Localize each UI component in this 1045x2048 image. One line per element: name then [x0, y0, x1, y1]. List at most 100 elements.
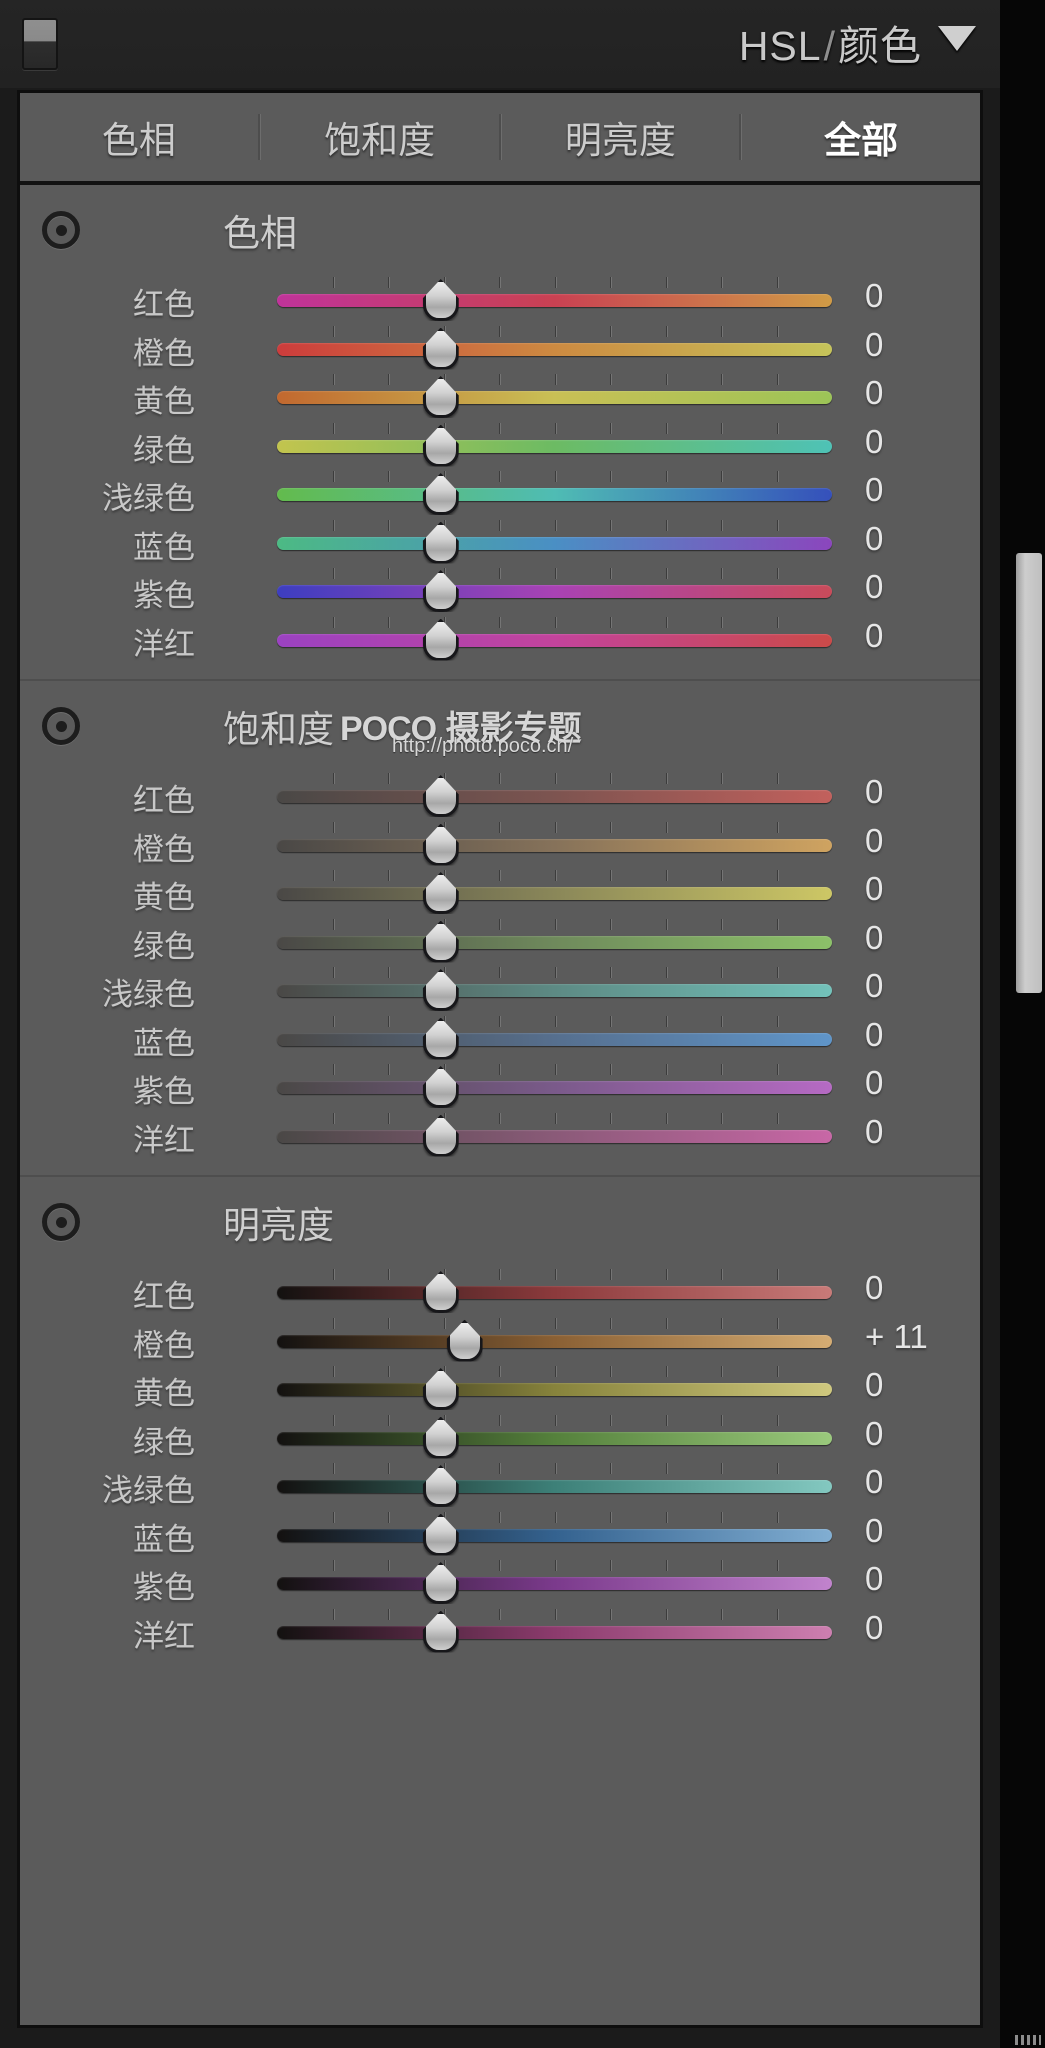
- slider-value[interactable]: 0: [865, 1064, 975, 1102]
- slider-track[interactable]: [277, 1577, 832, 1590]
- slider-luminance-4[interactable]: [277, 1463, 832, 1507]
- slider-value[interactable]: 0: [865, 1366, 975, 1404]
- slider-ticks: [277, 870, 832, 882]
- slider-value[interactable]: 0: [865, 870, 975, 908]
- slider-label: 蓝色: [133, 1521, 195, 1557]
- slider-track[interactable]: [277, 1431, 832, 1445]
- slider-value[interactable]: 0: [865, 568, 975, 606]
- slider-ticks: [277, 918, 832, 931]
- slider-hue-0[interactable]: [277, 277, 832, 321]
- slider-value[interactable]: 0: [865, 773, 975, 811]
- slider-track[interactable]: [277, 294, 832, 307]
- slider-hue-4[interactable]: [277, 471, 832, 515]
- slider-luminance-5[interactable]: [277, 1511, 832, 1556]
- slider-luminance-6[interactable]: [277, 1560, 832, 1604]
- slider-value[interactable]: 0: [865, 520, 975, 558]
- slider-track[interactable]: [277, 585, 832, 598]
- slider-track[interactable]: [277, 1625, 832, 1639]
- section-title-saturation: 饱和度: [223, 709, 334, 750]
- header-title-sub: 颜色: [838, 23, 922, 69]
- slider-row: 绿色 0: [20, 918, 980, 968]
- slider-value[interactable]: 0: [865, 277, 975, 315]
- slider-saturation-0[interactable]: [277, 773, 832, 817]
- slider-track[interactable]: [277, 488, 832, 501]
- tab-0[interactable]: 色相: [20, 110, 258, 164]
- slider-saturation-2[interactable]: [277, 870, 832, 914]
- slider-track[interactable]: [277, 342, 832, 356]
- scrollbar-thumb[interactable]: [1016, 553, 1042, 993]
- slider-saturation-5[interactable]: [277, 1015, 832, 1060]
- vertical-scrollbar[interactable]: [1000, 0, 1045, 2048]
- slider-luminance-1[interactable]: [277, 1317, 832, 1362]
- slider-track[interactable]: [277, 935, 832, 949]
- slider-value[interactable]: 0: [865, 423, 975, 461]
- slider-hue-2[interactable]: [277, 374, 832, 418]
- tab-2[interactable]: 明亮度: [502, 110, 740, 164]
- slider-row: 紫色 0: [20, 568, 980, 617]
- slider-value[interactable]: 0: [865, 374, 975, 412]
- slider-luminance-7[interactable]: [277, 1608, 832, 1653]
- slider-row: 黄色 0: [20, 374, 980, 423]
- slider-track[interactable]: [277, 1528, 832, 1542]
- target-adjust-icon[interactable]: [42, 707, 80, 745]
- slider-track[interactable]: [277, 391, 832, 404]
- slider-value[interactable]: 0: [865, 919, 975, 957]
- slider-row: 橙色 0: [20, 325, 980, 375]
- slider-luminance-0[interactable]: [277, 1269, 832, 1313]
- slider-track[interactable]: [277, 1129, 832, 1143]
- slider-value[interactable]: 0: [865, 1113, 975, 1151]
- target-adjust-icon[interactable]: [42, 211, 80, 249]
- slider-track[interactable]: [277, 887, 832, 900]
- chevron-down-icon[interactable]: [938, 26, 976, 51]
- slider-label: 红色: [133, 783, 195, 818]
- slider-track[interactable]: [277, 439, 832, 453]
- slider-label: 紫色: [133, 1074, 195, 1109]
- tab-3[interactable]: 全部: [742, 110, 980, 164]
- slider-value[interactable]: 0: [865, 1512, 975, 1550]
- panel-toggle-icon[interactable]: [22, 18, 58, 70]
- slider-hue-7[interactable]: [277, 616, 832, 661]
- slider-track[interactable]: [277, 838, 832, 852]
- slider-label: 浅绿色: [102, 977, 195, 1012]
- slider-track[interactable]: [277, 536, 832, 550]
- slider-value[interactable]: 0: [865, 471, 975, 509]
- slider-value[interactable]: 0: [865, 822, 975, 860]
- slider-hue-5[interactable]: [277, 519, 832, 564]
- slider-value[interactable]: 0: [865, 1269, 975, 1307]
- target-adjust-icon[interactable]: [42, 1203, 80, 1241]
- resize-grip-icon[interactable]: [1015, 2035, 1041, 2045]
- slider-value[interactable]: 0: [865, 1463, 975, 1501]
- slider-saturation-1[interactable]: [277, 821, 832, 866]
- slider-value[interactable]: 0: [865, 1609, 975, 1647]
- slider-luminance-2[interactable]: [277, 1366, 832, 1410]
- slider-row: 洋红 0: [20, 1112, 980, 1162]
- slider-track[interactable]: [277, 1334, 832, 1348]
- slider-track[interactable]: [277, 633, 832, 647]
- slider-track[interactable]: [277, 790, 832, 803]
- tab-1[interactable]: 饱和度: [261, 110, 499, 164]
- slider-value[interactable]: 0: [865, 1560, 975, 1598]
- slider-track[interactable]: [277, 984, 832, 997]
- slider-track[interactable]: [277, 1081, 832, 1094]
- slider-hue-6[interactable]: [277, 568, 832, 612]
- slider-ticks: [277, 568, 832, 580]
- slider-row: 绿色 0: [20, 1414, 980, 1464]
- slider-value[interactable]: 0: [865, 1415, 975, 1453]
- slider-value[interactable]: 0: [865, 967, 975, 1005]
- slider-luminance-3[interactable]: [277, 1414, 832, 1459]
- slider-track[interactable]: [277, 1480, 832, 1493]
- slider-saturation-6[interactable]: [277, 1064, 832, 1108]
- slider-track[interactable]: [277, 1032, 832, 1046]
- slider-value[interactable]: 0: [865, 1016, 975, 1054]
- slider-saturation-7[interactable]: [277, 1112, 832, 1157]
- slider-hue-3[interactable]: [277, 422, 832, 467]
- slider-saturation-4[interactable]: [277, 967, 832, 1011]
- slider-row: 黄色 0: [20, 1366, 980, 1415]
- slider-track[interactable]: [277, 1383, 832, 1396]
- slider-hue-1[interactable]: [277, 325, 832, 370]
- slider-value[interactable]: + 11: [865, 1318, 975, 1356]
- slider-track[interactable]: [277, 1286, 832, 1299]
- slider-saturation-3[interactable]: [277, 918, 832, 963]
- slider-value[interactable]: 0: [865, 326, 975, 364]
- slider-value[interactable]: 0: [865, 617, 975, 655]
